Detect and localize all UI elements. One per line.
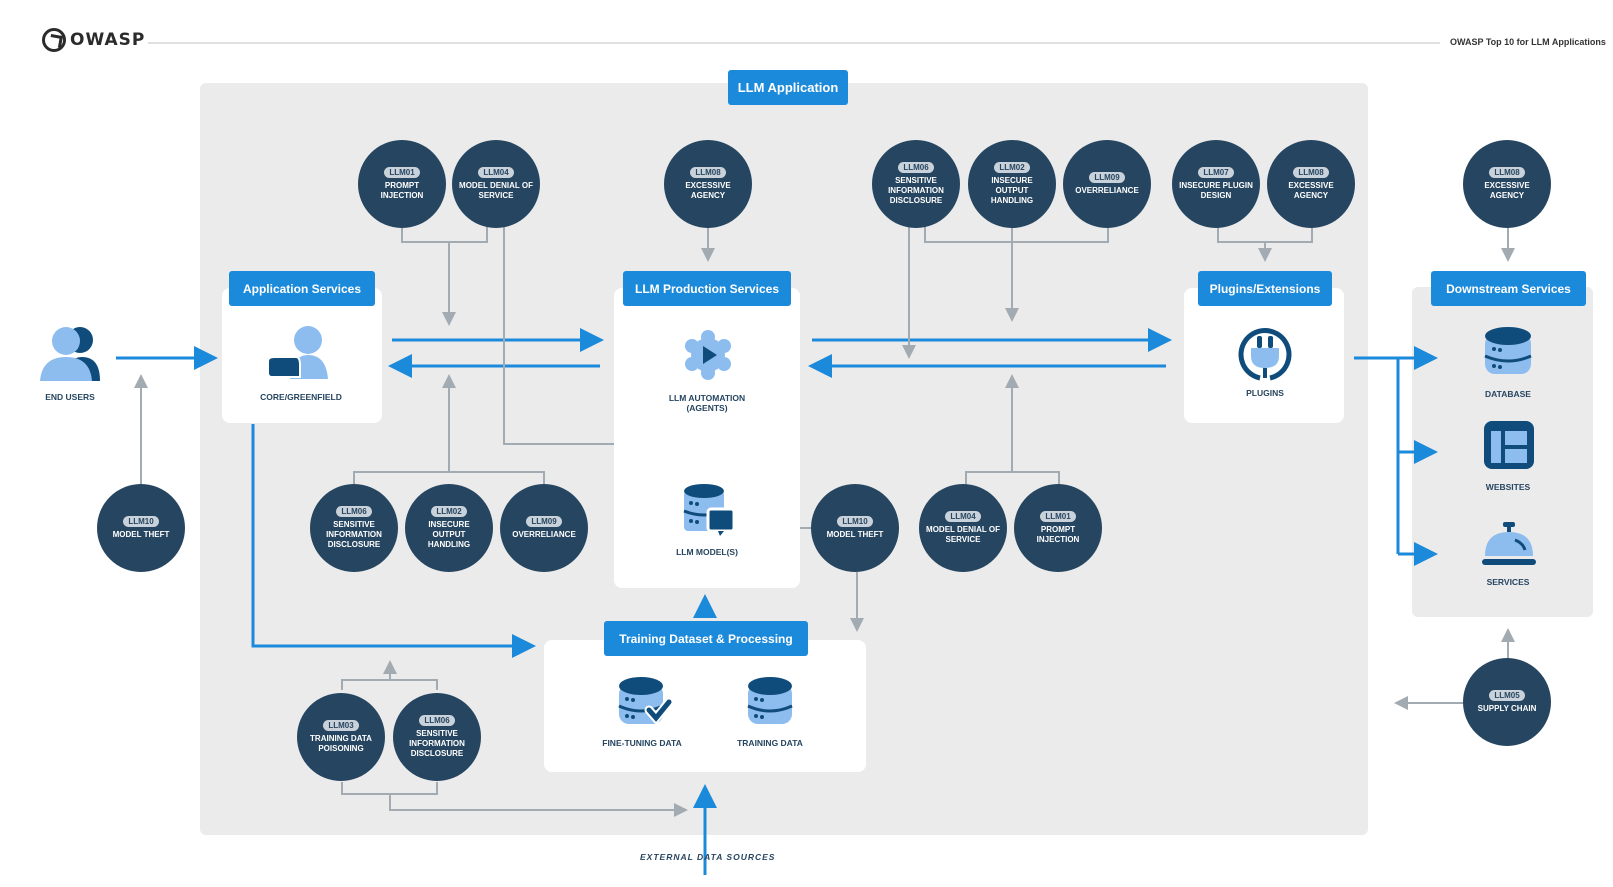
risk-name: PROMPT INJECTION <box>380 181 424 200</box>
risk-id: LLM02 <box>994 162 1030 173</box>
risk-name: PROMPT INJECTION <box>1036 525 1080 544</box>
risk-id: LLM04 <box>478 167 514 178</box>
risk-id: LLM01 <box>1040 511 1076 522</box>
risk-id: LLM06 <box>336 506 372 517</box>
risk-badge-llm04[interactable]: LLM04 MODEL DENIAL OF SERVICE <box>919 484 1007 572</box>
service-bell-icon <box>1481 520 1537 573</box>
end-users-icon <box>38 325 104 386</box>
risk-badge-llm10[interactable]: LLM10 MODEL THEFT <box>97 484 185 572</box>
fine-tuning-data-label: FINE-TUNING DATA <box>602 738 682 748</box>
risk-name: INSECURE PLUGIN DESIGN <box>1179 181 1253 200</box>
risk-id: LLM05 <box>1489 690 1525 701</box>
risk-badge-llm08[interactable]: LLM08 EXCESSIVE AGENCY <box>664 140 752 228</box>
risk-name: OVERRELIANCE <box>1075 186 1139 195</box>
risk-name: SUPPLY CHAIN <box>1477 704 1537 713</box>
training-dataset-card <box>544 640 866 772</box>
risk-badge-llm07[interactable]: LLM07 INSECURE PLUGIN DESIGN <box>1172 140 1260 228</box>
website-icon <box>1483 420 1535 475</box>
training-dataset-tab: Training Dataset & Processing <box>604 621 808 656</box>
risk-id: LLM02 <box>431 506 467 517</box>
risk-badge-llm02[interactable]: LLM02 INSECURE OUTPUT HANDLING <box>405 484 493 572</box>
risk-badge-llm01[interactable]: LLM01 PROMPT INJECTION <box>1014 484 1102 572</box>
llm-automation-icon <box>683 330 733 385</box>
risk-id: LLM06 <box>898 162 934 173</box>
risk-badge-llm01[interactable]: LLM01 PROMPT INJECTION <box>358 140 446 228</box>
risk-name: MODEL THEFT <box>826 530 884 539</box>
risk-badge-llm04[interactable]: LLM04 MODEL DENIAL OF SERVICE <box>452 140 540 228</box>
risk-name: INSECURE OUTPUT HANDLING <box>427 520 471 549</box>
training-data-label: TRAINING DATA <box>737 738 803 748</box>
fine-tuning-data-icon <box>617 676 674 733</box>
risk-name: EXCESSIVE AGENCY <box>1484 181 1530 200</box>
risk-name: TRAINING DATA POISONING <box>310 734 372 753</box>
risk-badge-llm09[interactable]: LLM09 OVERRELIANCE <box>500 484 588 572</box>
database-label: DATABASE <box>1485 389 1531 399</box>
llm-application-tab: LLM Application <box>728 70 848 105</box>
risk-name: OVERRELIANCE <box>512 530 576 539</box>
risk-badge-llm08[interactable]: LLM08 EXCESSIVE AGENCY <box>1267 140 1355 228</box>
risk-id: LLM07 <box>1198 167 1234 178</box>
risk-id: LLM06 <box>419 715 455 726</box>
application-services-tab: Application Services <box>229 271 375 306</box>
risk-id: LLM01 <box>384 167 420 178</box>
risk-badge-llm06[interactable]: LLM06 SENSITIVE INFORMATION DISCLOSURE <box>310 484 398 572</box>
end-users-label: END USERS <box>45 392 95 402</box>
llm-model-icon <box>682 483 736 542</box>
risk-id: LLM10 <box>837 516 873 527</box>
risk-id: LLM09 <box>526 516 562 527</box>
downstream-services-tab: Downstream Services <box>1431 271 1586 306</box>
risk-id: LLM04 <box>945 511 981 522</box>
external-data-sources-label: EXTERNAL DATA SOURCES <box>640 852 776 862</box>
risk-badge-llm02[interactable]: LLM02 INSECURE OUTPUT HANDLING <box>968 140 1056 228</box>
risk-id: LLM10 <box>123 516 159 527</box>
risk-id: LLM08 <box>690 167 726 178</box>
core-greenfield-icon <box>266 325 332 384</box>
risk-badge-llm06[interactable]: LLM06 SENSITIVE INFORMATION DISCLOSURE <box>393 693 481 781</box>
risk-badge-llm03[interactable]: LLM03 TRAINING DATA POISONING <box>297 693 385 781</box>
risk-badge-llm08[interactable]: LLM08 EXCESSIVE AGENCY <box>1463 140 1551 228</box>
risk-name: EXCESSIVE AGENCY <box>1288 181 1334 200</box>
risk-id: LLM08 <box>1293 167 1329 178</box>
plugins-label: PLUGINS <box>1246 388 1284 398</box>
websites-label: WEBSITES <box>1485 482 1531 492</box>
llm-models-label: LLM MODEL(S) <box>676 547 738 557</box>
services-label: SERVICES <box>1486 577 1530 587</box>
risk-name: SENSITIVE INFORMATION DISCLOSURE <box>326 520 382 549</box>
core-greenfield-label: CORE/GREENFIELD <box>260 392 342 402</box>
risk-id: LLM09 <box>1089 172 1125 183</box>
risk-name: SENSITIVE INFORMATION DISCLOSURE <box>888 176 944 205</box>
risk-id: LLM03 <box>323 720 359 731</box>
plugins-extensions-tab: Plugins/Extensions <box>1198 271 1332 306</box>
database-icon <box>1483 326 1533 385</box>
risk-badge-llm06[interactable]: LLM06 SENSITIVE INFORMATION DISCLOSURE <box>872 140 960 228</box>
llm-automation-label: LLM AUTOMATION (AGENTS) <box>668 393 746 413</box>
risk-badge-llm05[interactable]: LLM05 SUPPLY CHAIN <box>1463 658 1551 746</box>
risk-name: SENSITIVE INFORMATION DISCLOSURE <box>409 729 465 758</box>
risk-badge-llm09[interactable]: LLM09 OVERRELIANCE <box>1063 140 1151 228</box>
training-data-icon <box>746 676 794 733</box>
risk-name: MODEL DENIAL OF SERVICE <box>459 181 533 200</box>
risk-name: INSECURE OUTPUT HANDLING <box>990 176 1034 205</box>
llm-production-services-tab: LLM Production Services <box>623 271 791 306</box>
risk-name: EXCESSIVE AGENCY <box>685 181 731 200</box>
plug-icon <box>1238 326 1292 387</box>
risk-name: MODEL DENIAL OF SERVICE <box>926 525 1000 544</box>
risk-name: MODEL THEFT <box>112 530 170 539</box>
risk-badge-llm10[interactable]: LLM10 MODEL THEFT <box>811 484 899 572</box>
risk-id: LLM08 <box>1489 167 1525 178</box>
